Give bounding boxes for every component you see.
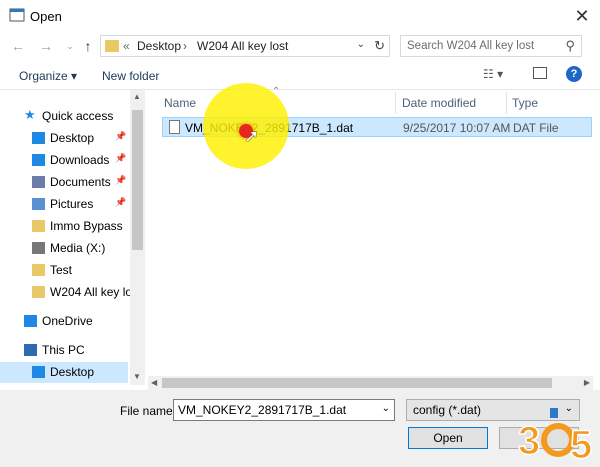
pin-icon: 📌 xyxy=(115,175,127,185)
desktop-icon xyxy=(32,132,45,144)
scroll-up-icon[interactable]: ▲ xyxy=(133,92,141,101)
address-bar[interactable]: « Desktop › W204 All key lost ⌄ ↻ xyxy=(100,35,390,57)
drive-icon xyxy=(32,242,45,254)
cloud-icon xyxy=(24,315,37,327)
title-bar xyxy=(0,0,600,32)
desktop-icon xyxy=(32,366,45,378)
column-type[interactable]: Type xyxy=(512,96,538,110)
computer-icon xyxy=(24,344,37,356)
sidebar-item-label: Test xyxy=(50,263,73,277)
up-icon[interactable]: ↑ xyxy=(78,36,98,56)
sidebar-item[interactable]: ★ Quick access xyxy=(0,106,128,127)
pictures-icon xyxy=(32,198,45,210)
sidebar-item-label: Immo Bypass xyxy=(50,219,123,233)
sidebar-item-label: This PC xyxy=(42,343,85,357)
nav-scrollbar[interactable]: ▲ ▼ xyxy=(130,90,145,385)
organize-button[interactable]: Organize ▾ xyxy=(19,69,77,83)
address-dropdown-icon[interactable]: ⌄ xyxy=(357,39,365,50)
file-list-scrollbar-thumb[interactable] xyxy=(162,378,552,388)
sidebar-item-label: Quick access xyxy=(42,109,114,123)
breadcrumb-separator: › xyxy=(183,39,187,53)
sidebar-item-label: Desktop xyxy=(50,131,95,145)
mouse-cursor-icon: ➚ xyxy=(244,126,260,146)
search-input[interactable]: Search W204 All key lost ⚲ xyxy=(400,35,582,57)
download-icon xyxy=(32,154,45,166)
folder-icon xyxy=(32,220,45,232)
scroll-right-icon[interactable]: ▶ xyxy=(584,378,590,387)
window-title: Open xyxy=(30,9,62,24)
sidebar-item[interactable]: Downloads 📌 xyxy=(0,150,128,171)
file-name-value: VM_NOKEY2_2891717B_1.dat xyxy=(178,403,347,417)
nav-scrollbar-thumb[interactable] xyxy=(132,110,143,250)
sidebar-item-label: Pictures xyxy=(50,197,94,211)
sidebar-item[interactable]: Desktop 📌 xyxy=(0,128,128,149)
new-folder-button[interactable]: New folder xyxy=(102,69,159,83)
file-type: DAT File xyxy=(513,121,559,135)
svg-text:3: 3 xyxy=(518,419,540,463)
sidebar-item[interactable]: Desktop xyxy=(0,362,128,383)
chevron-down-icon[interactable]: ⌄ xyxy=(382,403,390,414)
view-options-icon[interactable]: ☷ ▾ xyxy=(483,67,503,81)
sidebar-item[interactable]: Test xyxy=(0,260,128,281)
folder-icon xyxy=(32,286,45,298)
breadcrumb-current[interactable]: W204 All key lost xyxy=(197,39,288,53)
sidebar-item-label: Desktop xyxy=(50,365,95,379)
pin-icon: 📌 xyxy=(115,131,127,141)
file-icon xyxy=(169,120,180,134)
sidebar-item[interactable]: Immo Bypass xyxy=(0,216,128,237)
sidebar-item[interactable]: Documents 📌 xyxy=(0,172,128,193)
svg-text:5: 5 xyxy=(570,423,592,467)
file-name-input[interactable]: VM_NOKEY2_2891717B_1.dat ⌄ xyxy=(173,399,395,421)
watermark-logo: 3 5 xyxy=(517,408,593,467)
scroll-down-icon[interactable]: ▼ xyxy=(133,372,141,381)
column-separator[interactable] xyxy=(506,92,507,114)
refresh-icon[interactable]: ↻ xyxy=(374,38,385,54)
file-date: 9/25/2017 10:07 AM xyxy=(403,121,511,135)
back-icon[interactable]: ← xyxy=(8,36,28,56)
sidebar-item-label: Documents xyxy=(50,175,111,189)
breadcrumb-desktop[interactable]: Desktop xyxy=(137,39,181,53)
open-button[interactable]: Open xyxy=(408,427,488,449)
column-name[interactable]: Name xyxy=(164,96,196,110)
forward-icon[interactable]: → xyxy=(36,36,56,56)
search-placeholder: Search W204 All key lost xyxy=(407,40,535,52)
file-type-value: config (*.dat) xyxy=(413,403,482,417)
sidebar-item[interactable]: Media (X:) xyxy=(0,238,128,259)
preview-pane-icon[interactable] xyxy=(533,67,547,79)
column-separator[interactable] xyxy=(395,92,396,114)
star-icon: ★ xyxy=(24,107,36,122)
sidebar-item[interactable]: This PC xyxy=(0,340,128,361)
sidebar-item-label: Media (X:) xyxy=(50,241,106,255)
sidebar-item-label: OneDrive xyxy=(42,314,93,328)
search-icon: ⚲ xyxy=(565,38,575,53)
scroll-left-icon[interactable]: ◀ xyxy=(151,378,157,387)
sidebar-item-label: W204 All key lost xyxy=(50,285,142,299)
sidebar-item[interactable]: W204 All key lost xyxy=(0,282,141,303)
close-button[interactable]: ✕ xyxy=(568,2,596,30)
file-list-scrollbar[interactable]: ◀ ▶ xyxy=(148,376,593,390)
sidebar-item[interactable]: Pictures 📌 xyxy=(0,194,128,215)
pin-icon: 📌 xyxy=(115,197,127,207)
recent-locations-icon[interactable]: ⌄ xyxy=(60,36,80,56)
folder-icon xyxy=(32,264,45,276)
column-date-modified[interactable]: Date modified xyxy=(402,96,476,110)
file-name-label: File name: xyxy=(120,404,177,418)
documents-icon xyxy=(32,176,45,188)
sidebar-item[interactable]: OneDrive xyxy=(0,311,128,332)
help-icon[interactable]: ? xyxy=(566,66,582,82)
breadcrumb-overflow[interactable]: « xyxy=(123,39,130,53)
app-icon xyxy=(9,8,25,22)
pin-icon: 📌 xyxy=(115,153,127,163)
folder-icon xyxy=(105,40,119,52)
sidebar-item-label: Downloads xyxy=(50,153,110,167)
